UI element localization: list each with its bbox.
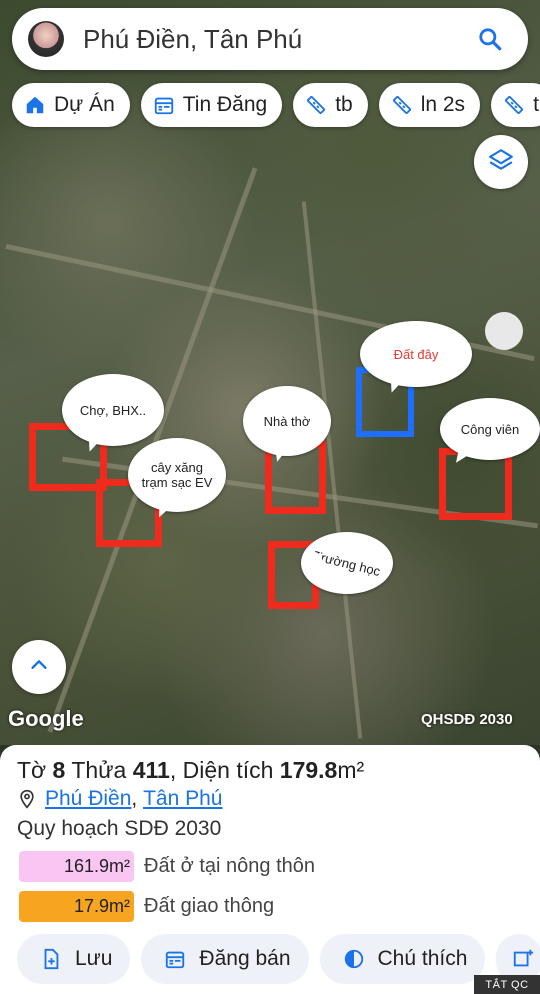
gas-station-label-bubble: cây xăng trạm sạc EV xyxy=(128,438,226,520)
calendar-icon xyxy=(163,947,187,971)
parcel-here-label: Đất đây xyxy=(393,346,439,362)
save-label: Lưu xyxy=(75,947,113,970)
layers-icon xyxy=(488,147,514,178)
church-label-bubble: Nhà thờ xyxy=(243,386,331,464)
ruler-icon xyxy=(391,94,413,116)
market-label-bubble: Chợ, BHX.. xyxy=(62,374,164,454)
search-text[interactable]: Phú Điền, Tân Phú xyxy=(83,24,470,55)
land-use-row: 17.9m² Đất giao thông xyxy=(19,891,274,922)
google-logo: Google xyxy=(8,706,84,731)
chip-ln-2s[interactable]: ln 2s xyxy=(378,83,481,127)
legend-icon xyxy=(342,947,366,971)
parcel-here-bubble: Đất đây xyxy=(360,321,472,395)
church-label: Nhà thờ xyxy=(263,413,311,429)
dientich-label: Diện tích xyxy=(182,757,274,783)
dientich-value: 179.8 xyxy=(279,757,338,783)
chip-tb[interactable]: tb xyxy=(293,83,368,127)
chip-label: Tin Đăng xyxy=(182,93,268,116)
market-label: Chợ, BHX.. xyxy=(79,402,147,418)
chip-t[interactable]: t xyxy=(491,83,540,127)
ruler-icon xyxy=(305,94,327,116)
gas-station-label: cây xăng trạm sạc EV xyxy=(141,460,213,490)
post-sale-button[interactable]: Đăng bán xyxy=(141,934,309,984)
land-use-label: Đất giao thông xyxy=(144,895,275,917)
to-value: 8 xyxy=(52,757,66,783)
land-use-label: Đất ở tại nông thôn xyxy=(144,855,316,877)
save-button[interactable]: Lưu xyxy=(17,934,131,984)
avatar[interactable] xyxy=(28,21,64,57)
parcel-title: Tờ 8 Thửa 411, Diện tích 179.8m² xyxy=(17,757,365,783)
parcel-info-sheet: Tờ 8 Thửa 411, Diện tích 179.8m² Phú Điề… xyxy=(0,745,540,994)
location-pin-icon xyxy=(17,789,37,809)
filter-chips: Dự Án Tin Đăng tb ln 2s t xyxy=(12,83,540,127)
post-sale-label: Đăng bán xyxy=(199,947,291,970)
chip-label: t xyxy=(533,93,539,116)
area-unit: m² xyxy=(337,757,365,783)
layers-button[interactable] xyxy=(474,135,528,189)
legend-label: Chú thích xyxy=(377,947,468,970)
chip-label: ln 2s xyxy=(420,93,466,116)
ruler-icon xyxy=(503,94,525,116)
chip-label: Dự Án xyxy=(54,93,115,116)
plan-title: Quy hoạch SDĐ 2030 xyxy=(17,817,222,840)
land-use-area-badge: 161.9m² xyxy=(19,851,134,882)
chip-du-an[interactable]: Dự Án xyxy=(12,83,130,127)
park-label-bubble: Công viên xyxy=(440,398,540,467)
district-link[interactable]: Tân Phú xyxy=(143,787,222,811)
map-layer-label: QHSDĐ 2030 xyxy=(421,711,513,728)
ad-off-tag[interactable]: TẮT QC xyxy=(474,975,540,994)
home-icon xyxy=(24,94,46,116)
save-icon xyxy=(39,947,63,971)
chip-label: tb xyxy=(335,93,353,116)
thua-value: 411 xyxy=(132,757,170,783)
park-label: Công viên xyxy=(460,421,520,437)
location-line: Phú Điền, Tân Phú xyxy=(17,787,222,811)
expand-up-button[interactable] xyxy=(12,640,66,694)
land-use-area-badge: 17.9m² xyxy=(19,891,134,922)
to-label: Tờ xyxy=(17,757,47,783)
search-bar[interactable]: Phú Điền, Tân Phú xyxy=(12,8,528,70)
land-use-row: 161.9m² Đất ở tại nông thôn xyxy=(19,851,315,882)
chevron-up-icon xyxy=(28,654,50,681)
thua-label: Thửa xyxy=(71,757,127,783)
chip-tin-dang[interactable]: Tin Đăng xyxy=(140,83,283,127)
map-control-button[interactable] xyxy=(485,312,523,350)
school-label-bubble: Trường học xyxy=(301,532,393,594)
action-buttons: Lưu Đăng bán Chú thích xyxy=(17,934,540,984)
legend-button[interactable]: Chú thích xyxy=(319,934,486,984)
image-add-icon xyxy=(512,947,534,971)
calendar-icon xyxy=(153,94,175,116)
commune-link[interactable]: Phú Điền xyxy=(45,787,131,811)
search-icon[interactable] xyxy=(470,19,510,59)
